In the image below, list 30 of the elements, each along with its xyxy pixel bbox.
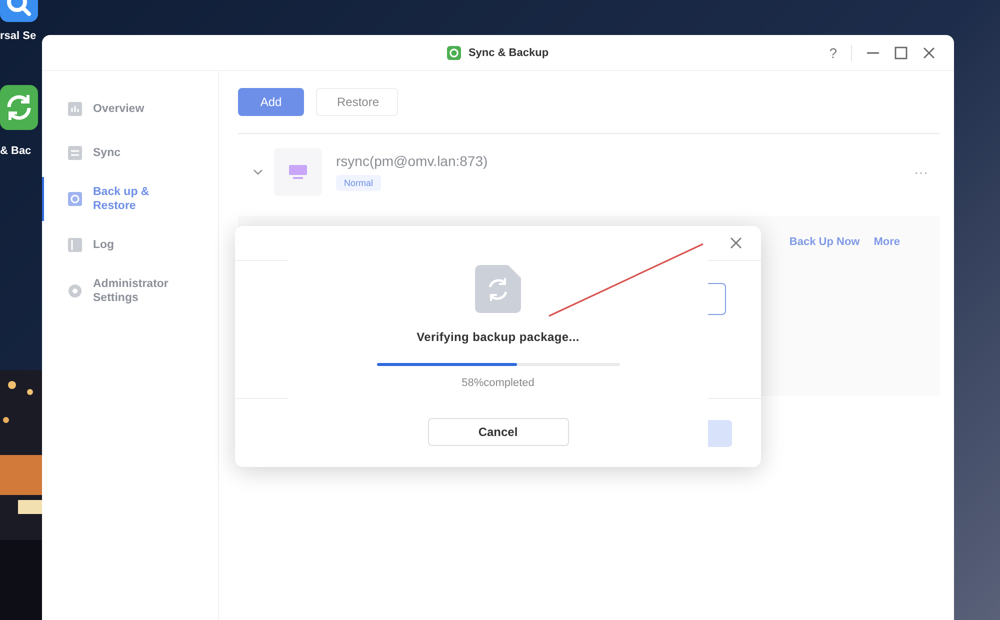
- app-label[interactable]: rsal Se: [0, 30, 42, 42]
- help-button[interactable]: ?: [829, 44, 837, 60]
- sidebar-item[interactable]: Sync: [42, 133, 218, 173]
- progress-text: 58%completed: [462, 377, 534, 389]
- menu-item-icon: [68, 146, 82, 160]
- app-label[interactable]: & Bac: [0, 145, 42, 157]
- close-icon[interactable]: [922, 46, 936, 60]
- task-name: rsync(pm@omv.lan:873): [336, 153, 488, 169]
- app-icon: [447, 46, 462, 60]
- maximize-icon[interactable]: [894, 46, 908, 60]
- menu-item-icon: [68, 238, 82, 252]
- add-button[interactable]: Add: [238, 88, 304, 116]
- sync-file-icon: [475, 265, 521, 313]
- menu-item-icon: [68, 102, 82, 116]
- cancel-button[interactable]: Cancel: [428, 418, 568, 446]
- monitor-icon: [288, 164, 308, 180]
- more-button[interactable]: ···: [902, 164, 940, 180]
- restore-button[interactable]: Restore: [316, 88, 398, 116]
- sidebar-item[interactable]: Back up & Restore: [42, 177, 218, 221]
- close-icon[interactable]: [730, 237, 742, 249]
- more-link[interactable]: More: [874, 236, 900, 248]
- window-title: Sync & Backup: [468, 46, 549, 58]
- menu-item-icon: [68, 192, 82, 206]
- status-badge: Normal: [336, 175, 382, 191]
- progress-message: Verifying backup package...: [416, 330, 580, 344]
- back-up-now-link[interactable]: Back Up Now: [789, 236, 860, 248]
- sidebar-item[interactable]: Log: [42, 225, 218, 265]
- sidebar-item[interactable]: Overview: [42, 89, 218, 129]
- sidebar-item[interactable]: Administrator Settings: [42, 269, 218, 313]
- sync-app-icon[interactable]: [0, 85, 38, 130]
